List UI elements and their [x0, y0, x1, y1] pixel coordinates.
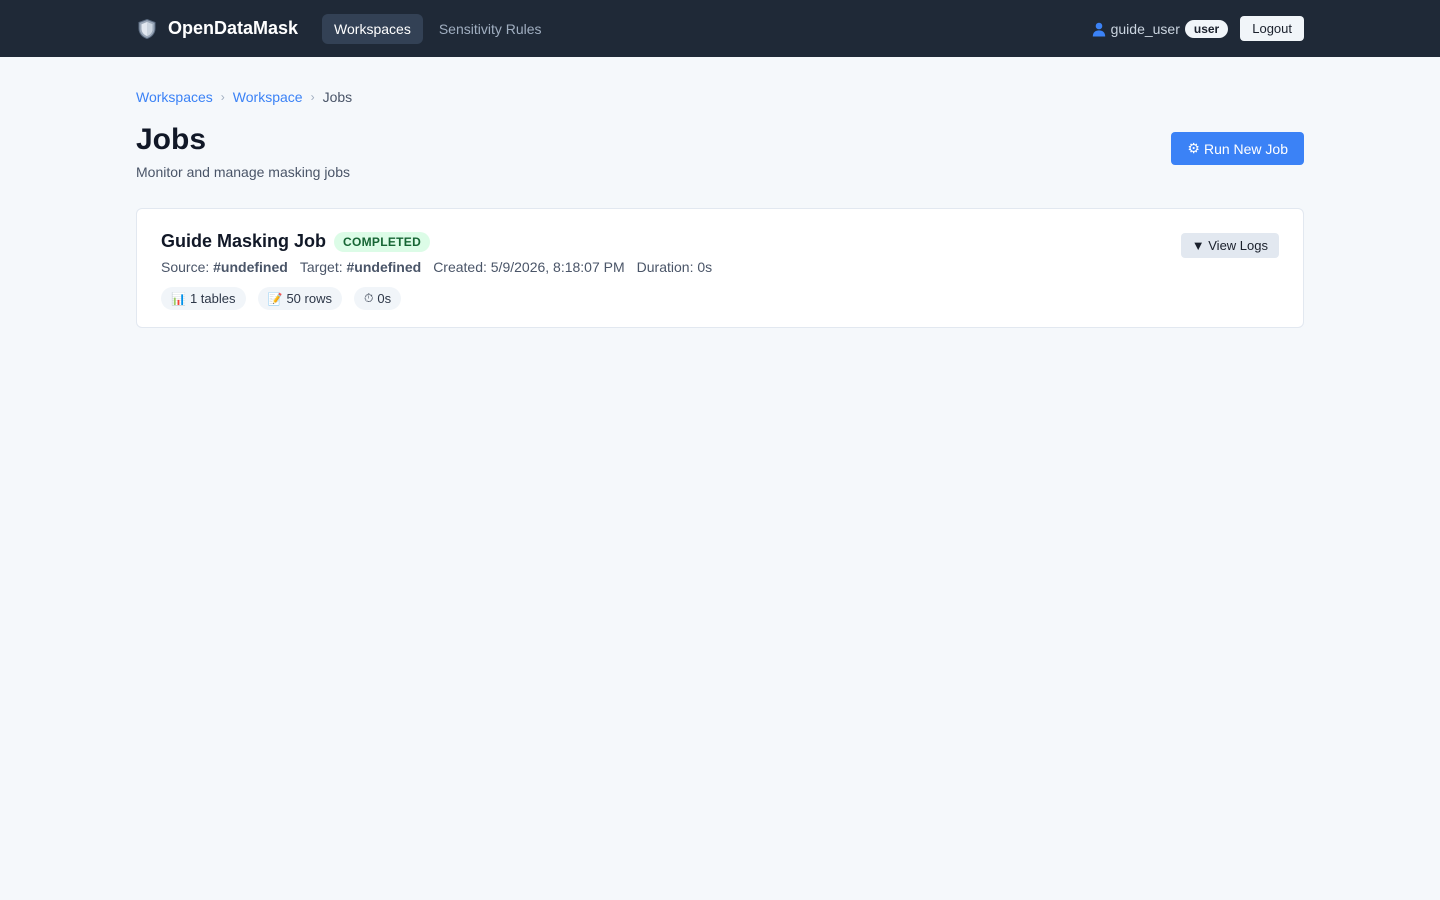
job-source-label: Source:	[161, 259, 210, 275]
job-target-label: Target:	[299, 259, 343, 275]
job-created: Created: 5/9/2026, 8:18:07 PM	[433, 259, 625, 275]
stat-chip-label: 50 rows	[286, 291, 332, 306]
page-heading-group: Jobs Monitor and manage masking jobs	[136, 123, 350, 180]
run-new-job-label: Run New Job	[1203, 140, 1288, 157]
stat-chip-label: 1 tables	[189, 291, 236, 306]
nav-right: guide_user user Logout	[1091, 16, 1304, 41]
breadcrumb-workspaces[interactable]: Workspaces	[136, 89, 213, 105]
stat-chip-tables: 📊 1 tables	[161, 287, 246, 310]
main-content: Workspaces › Workspace › Jobs Jobs Monit…	[136, 57, 1304, 328]
navbar-inner: OpenDataMask Workspaces Sensitivity Rule…	[136, 13, 1304, 44]
stat-chip-duration: ⏱ 0s	[353, 287, 402, 310]
top-navbar: OpenDataMask Workspaces Sensitivity Rule…	[0, 0, 1440, 57]
job-title-row: Guide Masking Job COMPLETED	[161, 231, 1279, 252]
breadcrumb-current: Jobs	[322, 89, 353, 105]
brand-name: OpenDataMask	[168, 18, 299, 38]
job-stats: 📊 1 tables 📝 50 rows ⏱ 0s	[161, 287, 1279, 310]
stopwatch-icon: ⏱	[363, 291, 374, 305]
page-header: Jobs Monitor and manage masking jobs ⚙ R…	[136, 123, 1304, 180]
role-badge: user	[1184, 19, 1229, 38]
page-title: Jobs	[136, 123, 207, 156]
job-duration: Duration: 0s	[636, 259, 713, 275]
bar-chart-icon: 📊	[171, 291, 186, 306]
view-logs-button[interactable]: ▼ View Logs	[1180, 233, 1279, 258]
job-card: Guide Masking Job COMPLETED Source: #und…	[136, 208, 1304, 328]
memo-icon: 📝	[267, 291, 283, 306]
run-new-job-button[interactable]: ⚙ Run New Job	[1171, 132, 1304, 165]
username: guide_user	[1110, 20, 1180, 37]
job-name: Guide Masking Job	[161, 231, 327, 251]
stat-chip-rows: 📝 50 rows	[257, 287, 342, 310]
stat-chip-label: 0s	[377, 291, 392, 306]
gear-icon: ⚙	[1187, 140, 1200, 156]
breadcrumb: Workspaces › Workspace › Jobs	[136, 89, 1304, 105]
job-source-value: #undefined	[213, 259, 288, 275]
nav-link-workspaces[interactable]: Workspaces	[322, 13, 423, 44]
nav-left: OpenDataMask Workspaces Sensitivity Rule…	[136, 13, 558, 44]
job-meta: Source: #undefined Target: #undefined Cr…	[161, 259, 1279, 275]
job-target: Target: #undefined	[300, 259, 421, 275]
breadcrumb-separator: ›	[310, 90, 315, 104]
page-subtitle: Monitor and manage masking jobs	[136, 164, 351, 180]
user-icon	[1091, 21, 1107, 37]
nav-link-sensitivity-rules[interactable]: Sensitivity Rules	[427, 14, 554, 44]
job-source: Source: #undefined	[161, 259, 288, 275]
status-badge: COMPLETED	[334, 231, 431, 252]
job-target-value: #undefined	[346, 259, 422, 275]
shield-icon	[136, 18, 158, 40]
user-info: guide_user user	[1091, 19, 1229, 38]
logout-button[interactable]: Logout	[1240, 16, 1304, 41]
breadcrumb-separator: ›	[220, 90, 225, 104]
breadcrumb-workspace[interactable]: Workspace	[233, 89, 303, 105]
brand-logo-link[interactable]: OpenDataMask	[136, 18, 298, 40]
